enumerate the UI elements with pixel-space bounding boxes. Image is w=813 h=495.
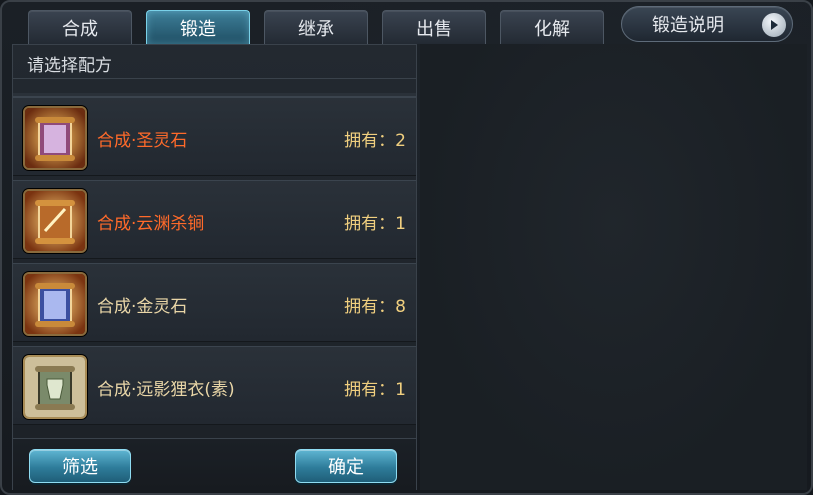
recipe-item[interactable]: 合成·云渊杀锏 拥有：1 [13,180,416,259]
tab-sell[interactable]: 出售 [382,10,486,44]
confirm-button[interactable]: 确定 [295,449,397,483]
tab-forge[interactable]: 锻造 [146,10,250,44]
recipe-count: 拥有：2 [344,131,406,151]
forge-window: 合成 锻造 继承 出售 化解 锻造说明 请选择配方 合成·圣灵石 拥有：2 合成… [0,0,813,495]
filter-button[interactable]: 筛选 [29,449,131,483]
recipe-item[interactable]: 合成·远影狸衣(素) 拥有：1 [13,346,416,425]
recipe-count: 拥有：1 [344,380,406,400]
recipe-count: 拥有：1 [344,214,406,234]
recipe-list[interactable]: 合成·圣灵石 拥有：2 合成·云渊杀锏 拥有：1 合成·金灵石 拥有：8 合成·… [13,93,416,479]
recipe-name: 合成·圣灵石 [97,131,188,151]
panel-title: 请选择配方 [27,56,112,76]
recipe-name: 合成·远影狸衣(素) [97,380,235,400]
forge-help-button[interactable]: 锻造说明 [621,6,793,42]
forge-help-label: 锻造说明 [652,15,724,36]
recipe-name: 合成·金灵石 [97,297,188,317]
recipe-item[interactable]: 合成·圣灵石 拥有：2 [13,97,416,176]
tab-inherit[interactable]: 继承 [264,10,368,44]
play-arrow-icon [762,13,786,37]
forge-detail-area [420,44,807,490]
tab-synthesize[interactable]: 合成 [28,10,132,44]
recipe-count: 拥有：8 [344,297,406,317]
divider [13,78,416,79]
scroll-green-icon [23,355,87,419]
recipe-panel: 请选择配方 合成·圣灵石 拥有：2 合成·云渊杀锏 拥有：1 合成·金灵石 拥有… [12,44,417,490]
scroll-blue-icon [23,272,87,336]
recipe-name: 合成·云渊杀锏 [97,214,205,234]
tab-dismantle[interactable]: 化解 [500,10,604,44]
recipe-item[interactable]: 合成·金灵石 拥有：8 [13,263,416,342]
scroll-purple-icon [23,106,87,170]
scroll-orange-icon [23,189,87,253]
panel-footer: 筛选 确定 [13,438,416,490]
tab-bar: 合成 锻造 继承 出售 化解 [28,10,604,44]
